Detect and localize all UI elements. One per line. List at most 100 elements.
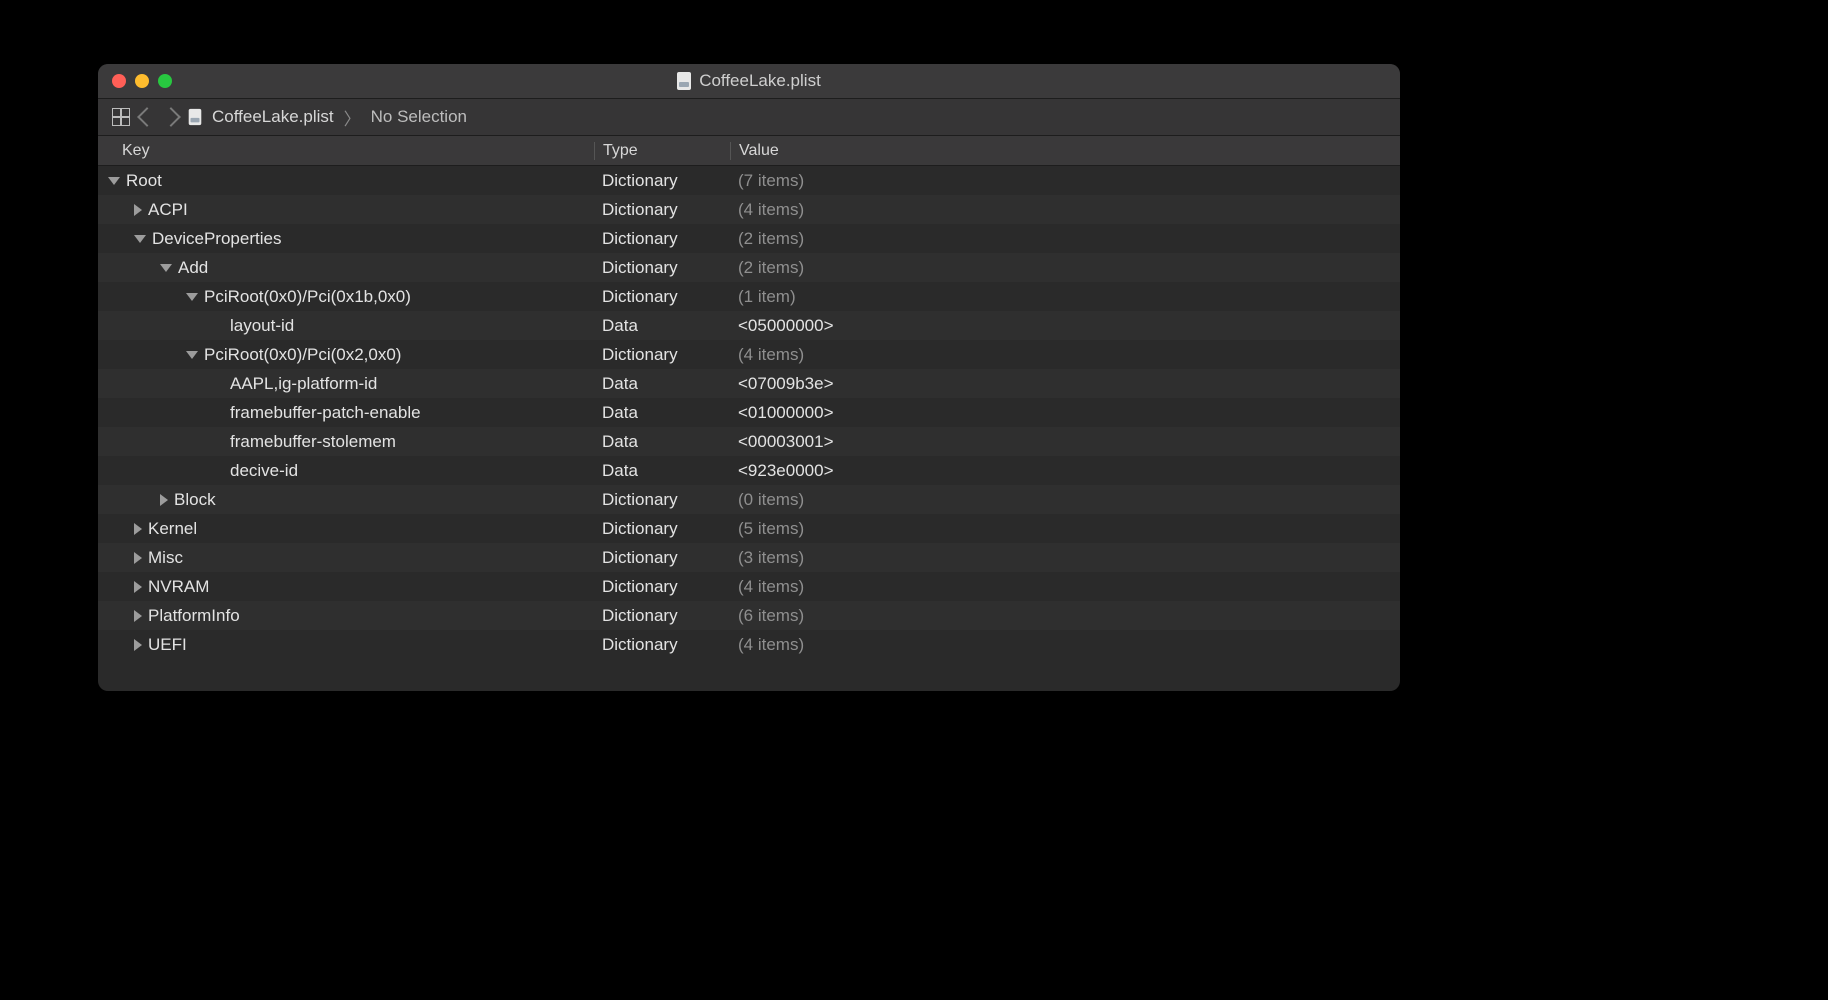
row-key[interactable]: PciRoot(0x0)/Pci(0x2,0x0) <box>204 345 401 365</box>
table-row[interactable]: Root Dictionary(7 items) <box>98 166 1400 195</box>
row-value[interactable]: <01000000> <box>730 403 1400 423</box>
row-value[interactable]: (7 items) <box>730 171 1400 191</box>
row-value[interactable]: <923e0000> <box>730 461 1400 481</box>
row-value[interactable]: (2 items) <box>730 229 1400 249</box>
row-type[interactable]: Dictionary <box>594 606 730 626</box>
nav-back-icon[interactable] <box>137 107 157 127</box>
disclosure-down-icon[interactable] <box>134 235 146 243</box>
breadcrumb-file[interactable]: CoffeeLake.plist <box>212 107 334 127</box>
row-value[interactable]: (4 items) <box>730 577 1400 597</box>
table-row[interactable]: ACPI Dictionary(4 items) <box>98 195 1400 224</box>
row-key[interactable]: NVRAM <box>148 577 209 597</box>
row-type[interactable]: Data <box>594 432 730 452</box>
row-key[interactable]: Kernel <box>148 519 197 539</box>
row-type[interactable]: Dictionary <box>594 200 730 220</box>
row-value[interactable]: (1 item) <box>730 287 1400 307</box>
disclosure-down-icon[interactable] <box>160 264 172 272</box>
row-key[interactable]: DeviceProperties <box>152 229 281 249</box>
disclosure-right-icon[interactable] <box>134 552 142 564</box>
disclosure-right-icon[interactable] <box>160 494 168 506</box>
header-type[interactable]: Type <box>594 142 730 160</box>
table-row[interactable]: Add Dictionary(2 items) <box>98 253 1400 282</box>
document-icon <box>677 72 691 90</box>
row-key[interactable]: Misc <box>148 548 183 568</box>
row-type[interactable]: Dictionary <box>594 171 730 191</box>
row-key[interactable]: ACPI <box>148 200 188 220</box>
row-key[interactable]: framebuffer-patch-enable <box>230 403 421 423</box>
row-key[interactable]: decive-id <box>230 461 298 481</box>
row-type[interactable]: Dictionary <box>594 548 730 568</box>
disclosure-right-icon[interactable] <box>134 523 142 535</box>
disclosure-right-icon[interactable] <box>134 610 142 622</box>
header-key[interactable]: Key <box>98 142 594 160</box>
row-type[interactable]: Dictionary <box>594 490 730 510</box>
row-key[interactable]: Add <box>178 258 208 278</box>
row-key[interactable]: PciRoot(0x0)/Pci(0x1b,0x0) <box>204 287 411 307</box>
row-value[interactable]: (4 items) <box>730 200 1400 220</box>
row-value[interactable]: (4 items) <box>730 635 1400 655</box>
nav-forward-icon[interactable] <box>161 107 181 127</box>
chevron-right-icon: 〉 <box>344 105 361 130</box>
table-row[interactable]: Kernel Dictionary(5 items) <box>98 514 1400 543</box>
minimize-icon[interactable] <box>135 74 149 88</box>
disclosure-down-icon[interactable] <box>186 351 198 359</box>
table-row[interactable]: Block Dictionary(0 items) <box>98 485 1400 514</box>
document-icon <box>189 109 202 125</box>
table-row[interactable]: AAPL,ig-platform-id Data<07009b3e> <box>98 369 1400 398</box>
table-row[interactable]: PciRoot(0x0)/Pci(0x1b,0x0) Dictionary(1 i… <box>98 282 1400 311</box>
row-value[interactable]: (5 items) <box>730 519 1400 539</box>
table-row[interactable]: framebuffer-stolemem Data<00003001> <box>98 427 1400 456</box>
window-controls <box>98 74 172 88</box>
disclosure-right-icon[interactable] <box>134 204 142 216</box>
disclosure-down-icon[interactable] <box>108 177 120 185</box>
row-value[interactable]: <00003001> <box>730 432 1400 452</box>
row-value[interactable]: (3 items) <box>730 548 1400 568</box>
row-type[interactable]: Dictionary <box>594 287 730 307</box>
table-row[interactable]: framebuffer-patch-enable Data<01000000> <box>98 398 1400 427</box>
row-key[interactable]: PlatformInfo <box>148 606 240 626</box>
table-row[interactable]: Misc Dictionary(3 items) <box>98 543 1400 572</box>
row-key[interactable]: UEFI <box>148 635 187 655</box>
disclosure-right-icon[interactable] <box>134 639 142 651</box>
close-icon[interactable] <box>112 74 126 88</box>
table-row[interactable]: PciRoot(0x0)/Pci(0x2,0x0) Dictionary(4 it… <box>98 340 1400 369</box>
column-headers: Key Type Value <box>98 136 1400 166</box>
window-title: CoffeeLake.plist <box>98 71 1400 91</box>
titlebar: CoffeeLake.plist <box>98 64 1400 99</box>
toolbar: CoffeeLake.plist 〉 No Selection <box>98 99 1400 136</box>
zoom-icon[interactable] <box>158 74 172 88</box>
row-value[interactable]: <05000000> <box>730 316 1400 336</box>
row-type[interactable]: Dictionary <box>594 258 730 278</box>
table-row[interactable]: DeviceProperties Dictionary(2 items) <box>98 224 1400 253</box>
row-type[interactable]: Data <box>594 403 730 423</box>
header-value[interactable]: Value <box>730 142 1400 160</box>
disclosure-right-icon[interactable] <box>134 581 142 593</box>
row-value[interactable]: (0 items) <box>730 490 1400 510</box>
row-value[interactable]: (2 items) <box>730 258 1400 278</box>
row-key[interactable]: Root <box>126 171 162 191</box>
row-type[interactable]: Dictionary <box>594 577 730 597</box>
row-type[interactable]: Dictionary <box>594 519 730 539</box>
row-key[interactable]: Block <box>174 490 216 510</box>
row-type[interactable]: Dictionary <box>594 345 730 365</box>
table-row[interactable]: PlatformInfo Dictionary(6 items) <box>98 601 1400 630</box>
window: CoffeeLake.plist CoffeeLake.plist 〉 No S… <box>98 64 1400 691</box>
table-row[interactable]: UEFI Dictionary(4 items) <box>98 630 1400 659</box>
row-key[interactable]: AAPL,ig-platform-id <box>230 374 377 394</box>
related-items-icon[interactable] <box>112 108 130 126</box>
row-type[interactable]: Data <box>594 374 730 394</box>
row-type[interactable]: Data <box>594 316 730 336</box>
row-value[interactable]: (4 items) <box>730 345 1400 365</box>
row-value[interactable]: <07009b3e> <box>730 374 1400 394</box>
row-value[interactable]: (6 items) <box>730 606 1400 626</box>
row-type[interactable]: Dictionary <box>594 229 730 249</box>
row-key[interactable]: framebuffer-stolemem <box>230 432 396 452</box>
table-row[interactable]: layout-id Data<05000000> <box>98 311 1400 340</box>
breadcrumb-selection: No Selection <box>371 107 467 127</box>
row-type[interactable]: Data <box>594 461 730 481</box>
disclosure-down-icon[interactable] <box>186 293 198 301</box>
table-row[interactable]: NVRAM Dictionary(4 items) <box>98 572 1400 601</box>
row-type[interactable]: Dictionary <box>594 635 730 655</box>
row-key[interactable]: layout-id <box>230 316 294 336</box>
table-row[interactable]: decive-id Data<923e0000> <box>98 456 1400 485</box>
